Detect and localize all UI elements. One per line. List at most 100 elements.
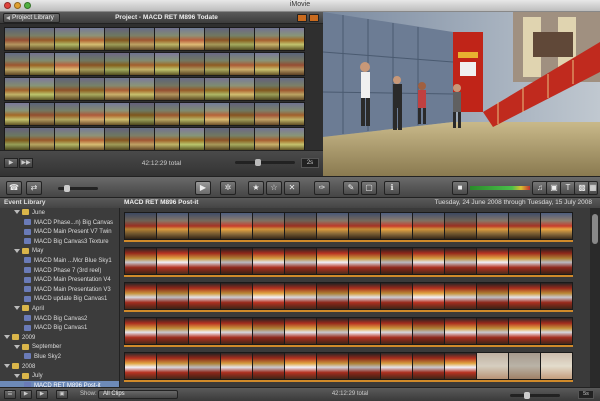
clip-thumbnail[interactable]: [30, 78, 54, 100]
project-library-button[interactable]: Project Library: [3, 13, 60, 23]
clip-thumbnail[interactable]: [445, 283, 476, 309]
clip-thumbnail[interactable]: [253, 318, 284, 344]
clip-thumbnail[interactable]: [125, 318, 156, 344]
clip-thumbnail[interactable]: [105, 103, 129, 125]
project-zoom-slider[interactable]: [235, 159, 295, 166]
clip-thumbnail[interactable]: [253, 248, 284, 274]
clip-thumbnail[interactable]: [255, 78, 279, 100]
clip-thumbnail[interactable]: [349, 213, 380, 239]
clip-thumbnail[interactable]: [125, 213, 156, 239]
show-event-library-button[interactable]: ☰: [4, 390, 16, 399]
event-library-item[interactable]: July: [0, 371, 119, 381]
disclosure-triangle-icon[interactable]: [14, 344, 20, 349]
clip-thumbnail[interactable]: [230, 53, 254, 75]
clip-thumbnail[interactable]: [80, 78, 104, 100]
unmark-button[interactable]: ☆: [266, 181, 282, 195]
clip-thumbnail[interactable]: [317, 353, 348, 379]
event-library-item[interactable]: April: [0, 304, 119, 314]
clip-thumbnail[interactable]: [125, 248, 156, 274]
clip-thumbnail[interactable]: [477, 248, 508, 274]
map-browser-button[interactable]: ▦: [588, 181, 598, 195]
slider-thumb[interactable]: [524, 392, 530, 399]
clip-thumbnail[interactable]: [5, 53, 29, 75]
clip-thumbnail[interactable]: [205, 28, 229, 50]
clip-thumbnail[interactable]: [349, 283, 380, 309]
slider-thumb[interactable]: [255, 159, 261, 166]
clip-thumbnail[interactable]: [381, 318, 412, 344]
event-library-item[interactable]: MACD update Big Canvas1: [0, 294, 119, 304]
event-library-item[interactable]: Blue Sky2: [0, 352, 119, 362]
clip-thumbnail[interactable]: [5, 128, 29, 150]
clip-thumbnail[interactable]: [180, 28, 204, 50]
clip-thumbnail[interactable]: [477, 283, 508, 309]
clip-thumbnail[interactable]: [221, 318, 252, 344]
event-library-item[interactable]: September: [0, 342, 119, 352]
project-filmstrip[interactable]: [4, 77, 305, 101]
clip-thumbnail[interactable]: [189, 353, 220, 379]
clip-thumbnail[interactable]: [253, 353, 284, 379]
clip-thumbnail[interactable]: [477, 318, 508, 344]
disclosure-triangle-icon[interactable]: [14, 373, 20, 378]
clip-thumbnail[interactable]: [317, 283, 348, 309]
clip-thumbnail[interactable]: [413, 318, 444, 344]
clip-thumbnail[interactable]: [105, 28, 129, 50]
event-zoom-slider[interactable]: [510, 392, 560, 399]
clip-thumbnail[interactable]: [130, 128, 154, 150]
event-library-item[interactable]: MACD Main Present V7 Twin: [0, 227, 119, 237]
clip-thumbnail[interactable]: [381, 353, 412, 379]
filter-button[interactable]: ▣: [56, 390, 68, 399]
clip-thumbnail[interactable]: [413, 353, 444, 379]
clip-thumbnail[interactable]: [280, 103, 304, 125]
clip-thumbnail[interactable]: [541, 248, 572, 274]
event-library-item[interactable]: MACD Main Presentation V4: [0, 275, 119, 285]
event-filmstrip[interactable]: [124, 247, 573, 277]
event-filmstrip[interactable]: [124, 212, 573, 242]
slider-thumb[interactable]: [64, 185, 70, 192]
thumbnail-size-slider[interactable]: [58, 185, 98, 192]
clip-thumbnail[interactable]: [125, 283, 156, 309]
clip-thumbnail[interactable]: [381, 213, 412, 239]
event-browser-scrollbar[interactable]: [590, 208, 600, 387]
clip-thumbnail[interactable]: [155, 78, 179, 100]
clip-thumbnail[interactable]: [157, 213, 188, 239]
project-filmstrip[interactable]: [4, 127, 305, 150]
event-library-item[interactable]: 2008: [0, 362, 119, 372]
clip-thumbnail[interactable]: [349, 318, 380, 344]
clip-thumbnail[interactable]: [157, 283, 188, 309]
clip-thumbnail[interactable]: [205, 128, 229, 150]
clip-thumbnail[interactable]: [445, 213, 476, 239]
video-viewer[interactable]: [323, 12, 600, 176]
clip-thumbnail[interactable]: [255, 53, 279, 75]
clip-thumbnail[interactable]: [205, 78, 229, 100]
clip-thumbnail[interactable]: [253, 283, 284, 309]
clip-thumbnail[interactable]: [130, 103, 154, 125]
clip-thumbnail[interactable]: [80, 128, 104, 150]
clip-thumbnail[interactable]: [230, 128, 254, 150]
audio-mute-button[interactable]: ■: [452, 181, 468, 195]
clip-thumbnail[interactable]: [5, 103, 29, 125]
clip-thumbnail[interactable]: [541, 318, 572, 344]
clip-thumbnail[interactable]: [155, 53, 179, 75]
event-library-item[interactable]: 2009: [0, 333, 119, 343]
show-clips-select[interactable]: All Clips: [98, 390, 178, 399]
clip-thumbnail[interactable]: [205, 103, 229, 125]
clip-thumbnail[interactable]: [125, 353, 156, 379]
clip-thumbnail[interactable]: [80, 53, 104, 75]
clip-thumbnail[interactable]: [285, 353, 316, 379]
disclosure-triangle-icon[interactable]: [14, 248, 20, 253]
clip-thumbnail[interactable]: [280, 78, 304, 100]
clip-thumbnail[interactable]: [55, 128, 79, 150]
color-edit-button[interactable]: ✎: [343, 181, 359, 195]
clip-thumbnail[interactable]: [155, 28, 179, 50]
mark-favorite-button[interactable]: ★: [248, 181, 264, 195]
clip-thumbnail[interactable]: [180, 128, 204, 150]
event-library-item[interactable]: MACD Main ...Mcr Blue Sky1: [0, 256, 119, 266]
clip-thumbnail[interactable]: [55, 78, 79, 100]
clip-thumbnail[interactable]: [230, 78, 254, 100]
event-library-item[interactable]: MACD Big Canvas1: [0, 323, 119, 333]
clip-thumbnail[interactable]: [230, 103, 254, 125]
voiceover-button[interactable]: ✲: [220, 181, 236, 195]
clip-thumbnail[interactable]: [221, 213, 252, 239]
event-library-item[interactable]: MACD Phase 7 (3rd reel): [0, 266, 119, 276]
clip-thumbnail[interactable]: [130, 53, 154, 75]
